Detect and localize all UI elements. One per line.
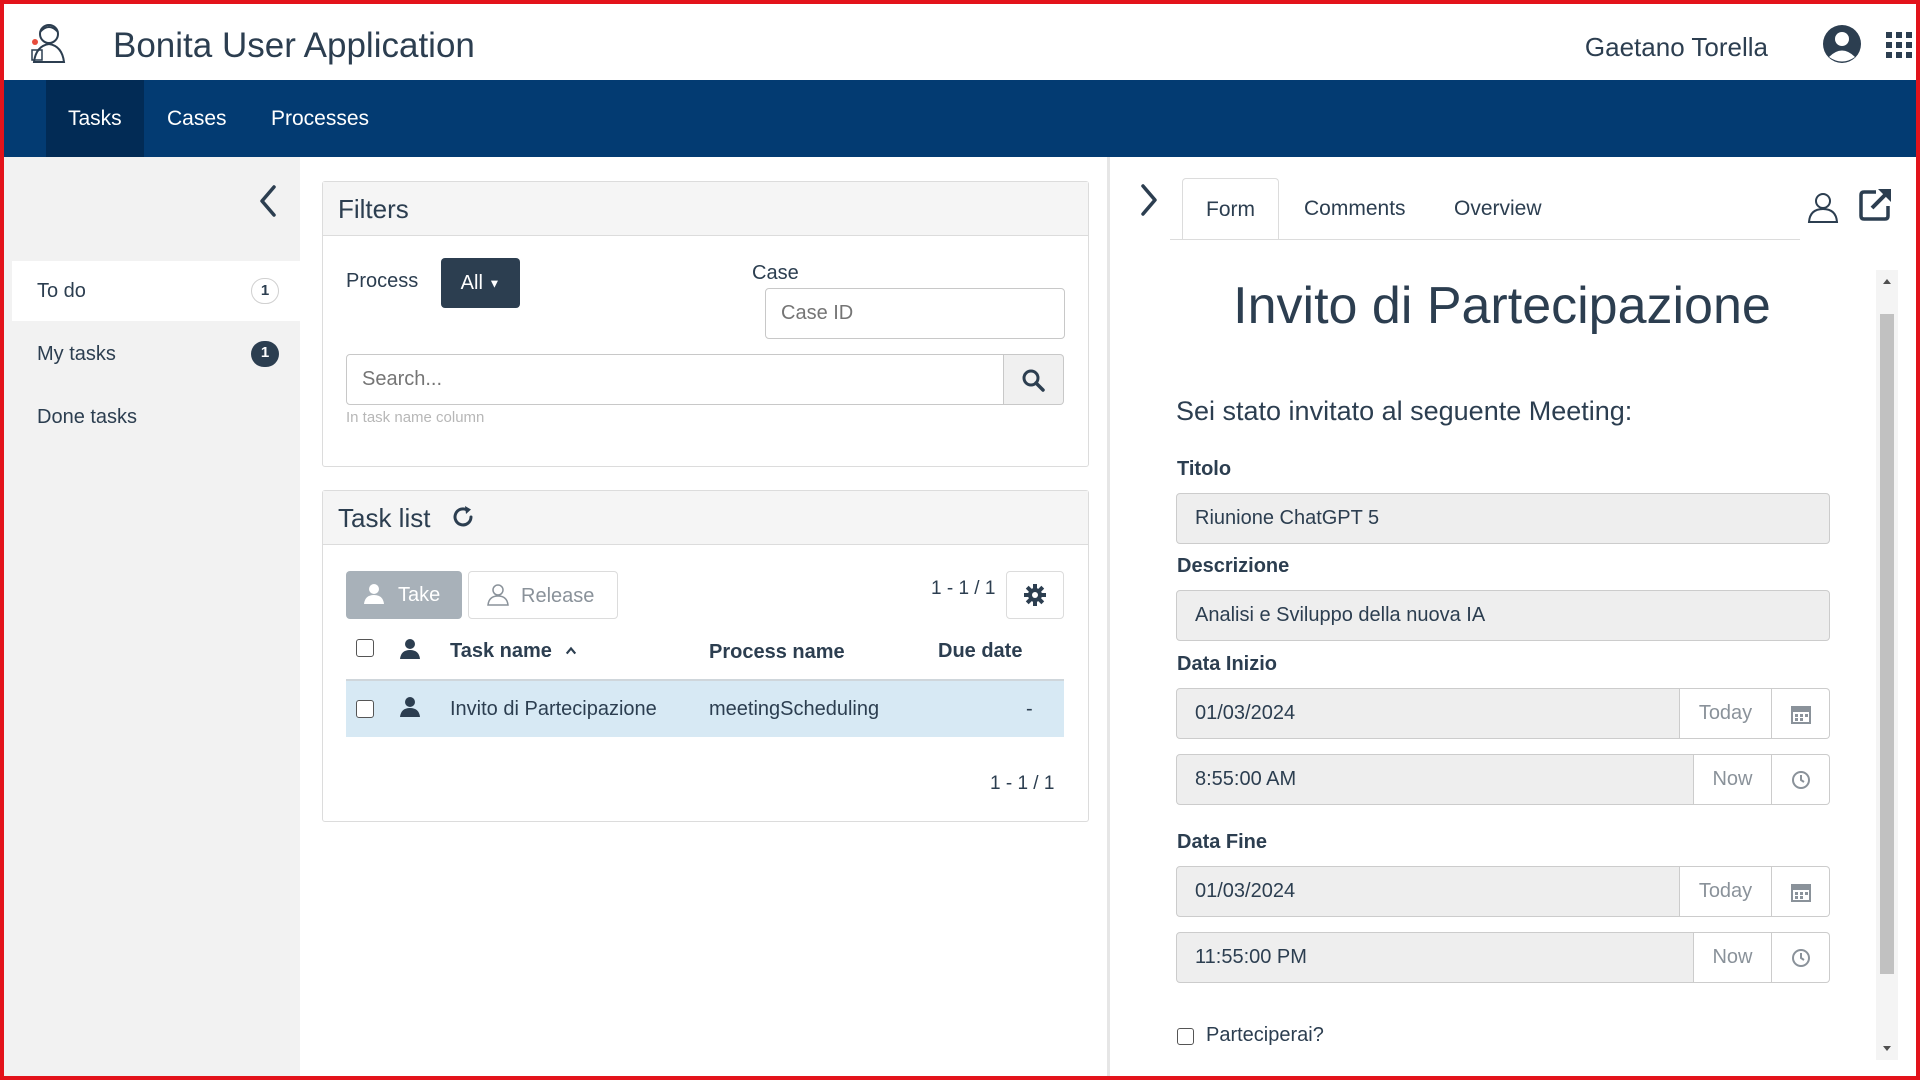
task-list-header: Task list (323, 491, 1088, 545)
logo-icon[interactable] (28, 20, 70, 64)
apps-grid-icon[interactable] (1882, 28, 1916, 62)
cell-due-date: - (1026, 698, 1033, 720)
pager-top: 1 - 1 / 1 (931, 578, 996, 599)
partecipa-label[interactable]: Parteciperai? (1206, 1024, 1324, 1047)
task-filter-sidebar: To do 1 My tasks 1 Done tasks (4, 157, 300, 1076)
release-label: Release (521, 585, 595, 607)
sidebar-item-my-tasks[interactable]: My tasks 1 (12, 324, 300, 384)
calendar-button[interactable] (1772, 866, 1830, 917)
settings-button[interactable] (1006, 571, 1064, 619)
search-icon (1022, 369, 1045, 392)
user-circle-icon[interactable] (1822, 24, 1862, 64)
sidebar-item-done-tasks[interactable]: Done tasks (12, 387, 300, 447)
assign-user-icon[interactable] (1806, 190, 1840, 224)
now-button[interactable]: Now (1693, 932, 1772, 983)
chevron-right-icon[interactable] (1134, 180, 1164, 220)
process-dropdown[interactable]: All ▼ (441, 258, 520, 308)
process-dropdown-value: All (460, 272, 483, 294)
pager-bottom: 1 - 1 / 1 (990, 773, 1055, 794)
clock-icon (1792, 949, 1810, 967)
task-list-panel: Task list Take Release 1 - 1 / 1 Task na… (322, 490, 1089, 822)
row-checkbox[interactable] (356, 700, 374, 718)
cell-task-name[interactable]: Invito di Partecipazione (450, 698, 657, 721)
user-icon (364, 584, 384, 604)
now-button[interactable]: Now (1693, 754, 1772, 805)
table-row[interactable]: Invito di Partecipazione meetingScheduli… (346, 679, 1064, 737)
case-label: Case (752, 262, 799, 284)
descrizione-label: Descrizione (1177, 555, 1290, 577)
take-label: Take (398, 584, 441, 606)
count-badge: 1 (251, 341, 279, 367)
tab-form[interactable]: Form (1182, 178, 1279, 240)
calendar-icon (1791, 884, 1811, 902)
process-label: Process (346, 270, 419, 292)
data-inizio-label: Data Inizio (1177, 653, 1278, 675)
titolo-field[interactable]: Riunione ChatGPT 5 (1176, 493, 1830, 544)
column-task-name-label: Task name (450, 640, 552, 662)
chevron-left-icon[interactable] (252, 181, 284, 221)
data-fine-label: Data Fine (1177, 831, 1268, 853)
descrizione-field[interactable]: Analisi e Sviluppo della nuova IA (1176, 590, 1830, 641)
task-form: Invito di Partecipazione Sei stato invit… (1160, 262, 1860, 1076)
scroll-up-icon[interactable] (1876, 274, 1898, 288)
assignee-icon (400, 697, 420, 717)
scrollbar-thumb[interactable] (1880, 314, 1894, 974)
scroll-down-icon[interactable] (1876, 1042, 1898, 1056)
data-fine-time-field[interactable]: 11:55:00 PM (1176, 932, 1694, 983)
popout-icon[interactable] (1858, 186, 1894, 222)
data-inizio-time-field[interactable]: 8:55:00 AM (1176, 754, 1694, 805)
filters-title: Filters (323, 182, 1088, 236)
main-nav: Tasks Cases Processes (4, 80, 1916, 157)
user-name[interactable]: Gaetano Torella (1585, 32, 1768, 63)
release-button[interactable]: Release (468, 571, 618, 619)
search-input[interactable] (346, 354, 1004, 405)
sidebar-item-label: To do (37, 280, 86, 302)
filters-panel: Filters Process All ▼ Case In task name … (322, 181, 1089, 467)
select-all-checkbox[interactable] (356, 639, 374, 657)
calendar-button[interactable] (1772, 688, 1830, 739)
form-subtitle: Sei stato invitato al seguente Meeting: (1176, 396, 1633, 426)
search-hint: In task name column (346, 409, 485, 426)
assignee-column-icon (400, 639, 420, 659)
form-scrollbar[interactable] (1876, 270, 1898, 1060)
refresh-icon[interactable] (450, 504, 476, 530)
data-inizio-date-field[interactable]: 01/03/2024 (1176, 688, 1680, 739)
task-list-title: Task list (338, 503, 431, 533)
nav-tasks[interactable]: Tasks (46, 80, 144, 157)
calendar-icon (1791, 706, 1811, 724)
today-button[interactable]: Today (1679, 866, 1772, 917)
column-process-name[interactable]: Process name (709, 641, 845, 664)
column-task-name[interactable]: Task name (450, 640, 577, 663)
clock-icon (1792, 771, 1810, 789)
cell-process-name: meetingScheduling (709, 698, 880, 720)
sidebar-item-label: My tasks (37, 343, 116, 365)
column-due-date[interactable]: Due date (938, 640, 1022, 663)
pane-divider[interactable] (1107, 157, 1110, 1076)
sidebar-item-label: Done tasks (37, 406, 138, 428)
clock-button[interactable] (1772, 932, 1830, 983)
nav-cases[interactable]: Cases (145, 80, 249, 157)
sort-asc-icon (566, 646, 577, 655)
search-button[interactable] (1004, 354, 1064, 405)
tab-comments[interactable]: Comments (1281, 178, 1429, 240)
data-fine-date-field[interactable]: 01/03/2024 (1176, 866, 1680, 917)
app-title: Bonita User Application (113, 26, 475, 65)
count-badge: 1 (251, 278, 279, 304)
app-header: Bonita User Application Gaetano Torella (4, 4, 1916, 80)
clock-button[interactable] (1772, 754, 1830, 805)
tab-overview[interactable]: Overview (1431, 178, 1565, 240)
caret-down-icon: ▼ (488, 276, 501, 291)
form-title: Invito di Partecipazione (1233, 277, 1771, 335)
partecipa-checkbox[interactable] (1177, 1028, 1194, 1045)
tabs-underline (1170, 239, 1800, 240)
titolo-label: Titolo (1177, 458, 1232, 480)
take-button[interactable]: Take (346, 571, 462, 619)
today-button[interactable]: Today (1679, 688, 1772, 739)
nav-processes[interactable]: Processes (249, 80, 391, 157)
gear-icon (1024, 584, 1046, 606)
case-id-input[interactable] (765, 288, 1065, 339)
user-outline-icon (487, 584, 509, 606)
sidebar-item-todo[interactable]: To do 1 (12, 261, 300, 321)
